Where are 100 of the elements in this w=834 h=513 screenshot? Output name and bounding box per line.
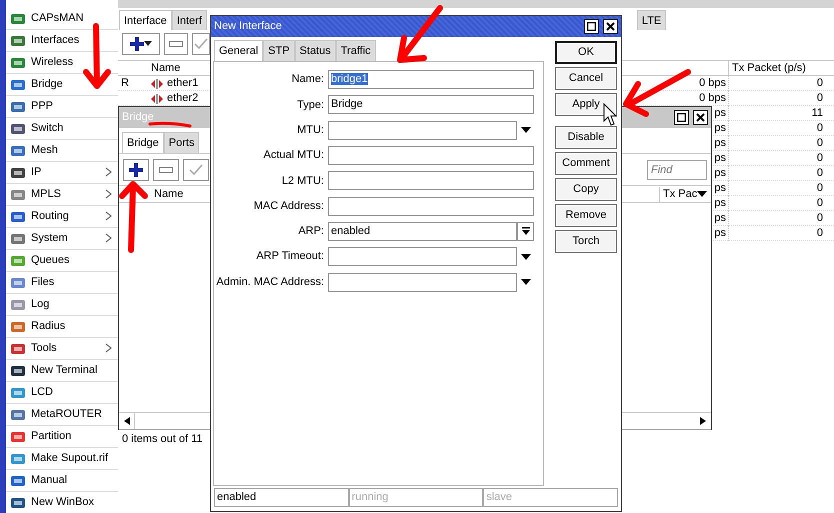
input-field[interactable]: bridge1 <box>328 70 534 90</box>
field-label: L2 MTU: <box>280 174 325 189</box>
dialog-button[interactable]: Cancel <box>555 67 617 90</box>
field-label: MAC Address: <box>252 198 325 214</box>
column-header[interactable]: Tx Pac <box>659 186 711 202</box>
tab[interactable]: Traffic <box>336 40 376 61</box>
enable-button[interactable] <box>183 158 209 180</box>
combo-field[interactable] <box>328 272 517 292</box>
maximize-button[interactable] <box>584 19 599 34</box>
field-label: Type: <box>296 98 325 113</box>
menu-item[interactable]: CAPsMAN <box>6 8 118 30</box>
dropdown-icon <box>522 227 530 236</box>
menu-item[interactable]: System <box>6 228 118 250</box>
tab[interactable]: Ports <box>164 132 200 153</box>
maximize-icon <box>677 113 686 122</box>
table-cell-text: ps <box>714 121 727 136</box>
menu-icon <box>10 430 26 444</box>
dialog-button[interactable]: Remove <box>555 204 617 227</box>
remove-button[interactable] <box>164 32 188 54</box>
dialog-button[interactable]: Apply <box>555 93 617 116</box>
column-header[interactable]: Tx Packet (p/s) <box>728 60 826 76</box>
dialog-button[interactable]: Disable <box>555 126 617 149</box>
table-cell-text: ps <box>714 106 727 121</box>
menu-item[interactable]: New Terminal <box>6 360 118 382</box>
menu-icon <box>10 210 26 224</box>
menu-item[interactable]: Interfaces <box>6 30 118 52</box>
input-field[interactable]: Bridge <box>328 95 534 114</box>
menu-item[interactable]: PPP <box>6 96 118 118</box>
add-button[interactable] <box>122 32 160 54</box>
table-cell-text: ps <box>714 181 727 196</box>
status-field: enabled <box>214 488 349 507</box>
menu-item[interactable]: LCD <box>6 382 118 404</box>
table-cell-text: R <box>120 76 130 91</box>
menu-icon <box>10 452 26 466</box>
minus-icon <box>169 40 183 46</box>
menu-icon <box>10 56 26 70</box>
dropdown-button[interactable] <box>517 222 534 241</box>
close-button[interactable] <box>693 110 708 125</box>
menu-item[interactable]: Radius <box>6 316 118 338</box>
dialog-button[interactable]: OK <box>555 41 617 64</box>
menu-item[interactable]: MPLS <box>6 184 118 206</box>
dropdown-field[interactable]: enabled <box>328 222 517 241</box>
input-field[interactable] <box>328 146 534 166</box>
menu-item[interactable]: Files <box>6 272 118 294</box>
tab[interactable]: LTE <box>636 10 666 30</box>
status-field: slave <box>483 488 618 507</box>
column-header[interactable]: Name <box>151 186 201 202</box>
tab[interactable]: STP <box>263 40 295 61</box>
menu-icon <box>10 496 26 510</box>
menu-item[interactable]: Mesh <box>6 140 118 162</box>
input-field[interactable] <box>328 196 534 216</box>
combo-field[interactable] <box>328 247 517 266</box>
dialog-button[interactable]: Torch <box>555 230 617 253</box>
close-icon <box>606 22 615 31</box>
window-title: New Interface <box>214 19 282 34</box>
dialog-button[interactable]: Copy <box>555 178 617 201</box>
table-cell: 0 <box>728 91 826 106</box>
table-cell: 0 <box>728 76 826 91</box>
menu-icon <box>10 320 26 334</box>
menu-icon <box>10 408 26 422</box>
check-icon <box>189 164 203 176</box>
menu-item[interactable]: Make Supout.rif <box>6 448 118 470</box>
table-cell: 0 <box>728 181 826 196</box>
column-header[interactable]: Name <box>148 60 208 76</box>
close-button[interactable] <box>603 19 618 34</box>
menu-icon <box>10 364 26 378</box>
menu-item[interactable]: MetaROUTER <box>6 404 118 426</box>
menu-icon <box>10 298 26 312</box>
table-cell-text: ps <box>714 166 727 181</box>
menu-item[interactable]: IP <box>6 162 118 184</box>
combo-field[interactable] <box>328 120 517 140</box>
table-cell: 0 <box>728 211 826 226</box>
dialog-button[interactable]: Comment <box>555 152 617 175</box>
enable-button[interactable] <box>192 32 210 54</box>
tab[interactable]: General <box>214 40 264 61</box>
tab[interactable]: Bridge <box>122 132 164 153</box>
table-cell: 0 <box>728 226 826 241</box>
menu-item[interactable]: Queues <box>6 250 118 272</box>
tab[interactable]: Interface <box>119 10 172 30</box>
tab[interactable]: Status <box>294 40 336 61</box>
table-cell-text: ps <box>714 136 727 151</box>
field-label: Actual MTU: <box>262 148 325 164</box>
menu-item[interactable]: Bridge <box>6 74 118 96</box>
dropdown-icon <box>697 191 708 197</box>
menu-item[interactable]: Partition <box>6 426 118 448</box>
table-cell: 0 <box>728 136 826 151</box>
menu-item[interactable]: Routing <box>6 206 118 228</box>
add-button[interactable] <box>123 158 149 180</box>
menu-item[interactable]: Manual <box>6 470 118 492</box>
input-field[interactable] <box>328 171 534 190</box>
tab[interactable]: Interf <box>172 10 207 30</box>
maximize-button[interactable] <box>674 110 689 125</box>
right-arrow-icon <box>700 417 706 425</box>
menu-item[interactable]: Switch <box>6 118 118 140</box>
interface-name: ether2 <box>148 91 208 106</box>
menu-item[interactable]: Log <box>6 294 118 316</box>
menu-item[interactable]: Tools <box>6 338 118 360</box>
find-field[interactable]: Find <box>647 160 707 180</box>
menu-item[interactable]: Wireless <box>6 52 118 74</box>
ethernet-icon <box>151 94 163 104</box>
